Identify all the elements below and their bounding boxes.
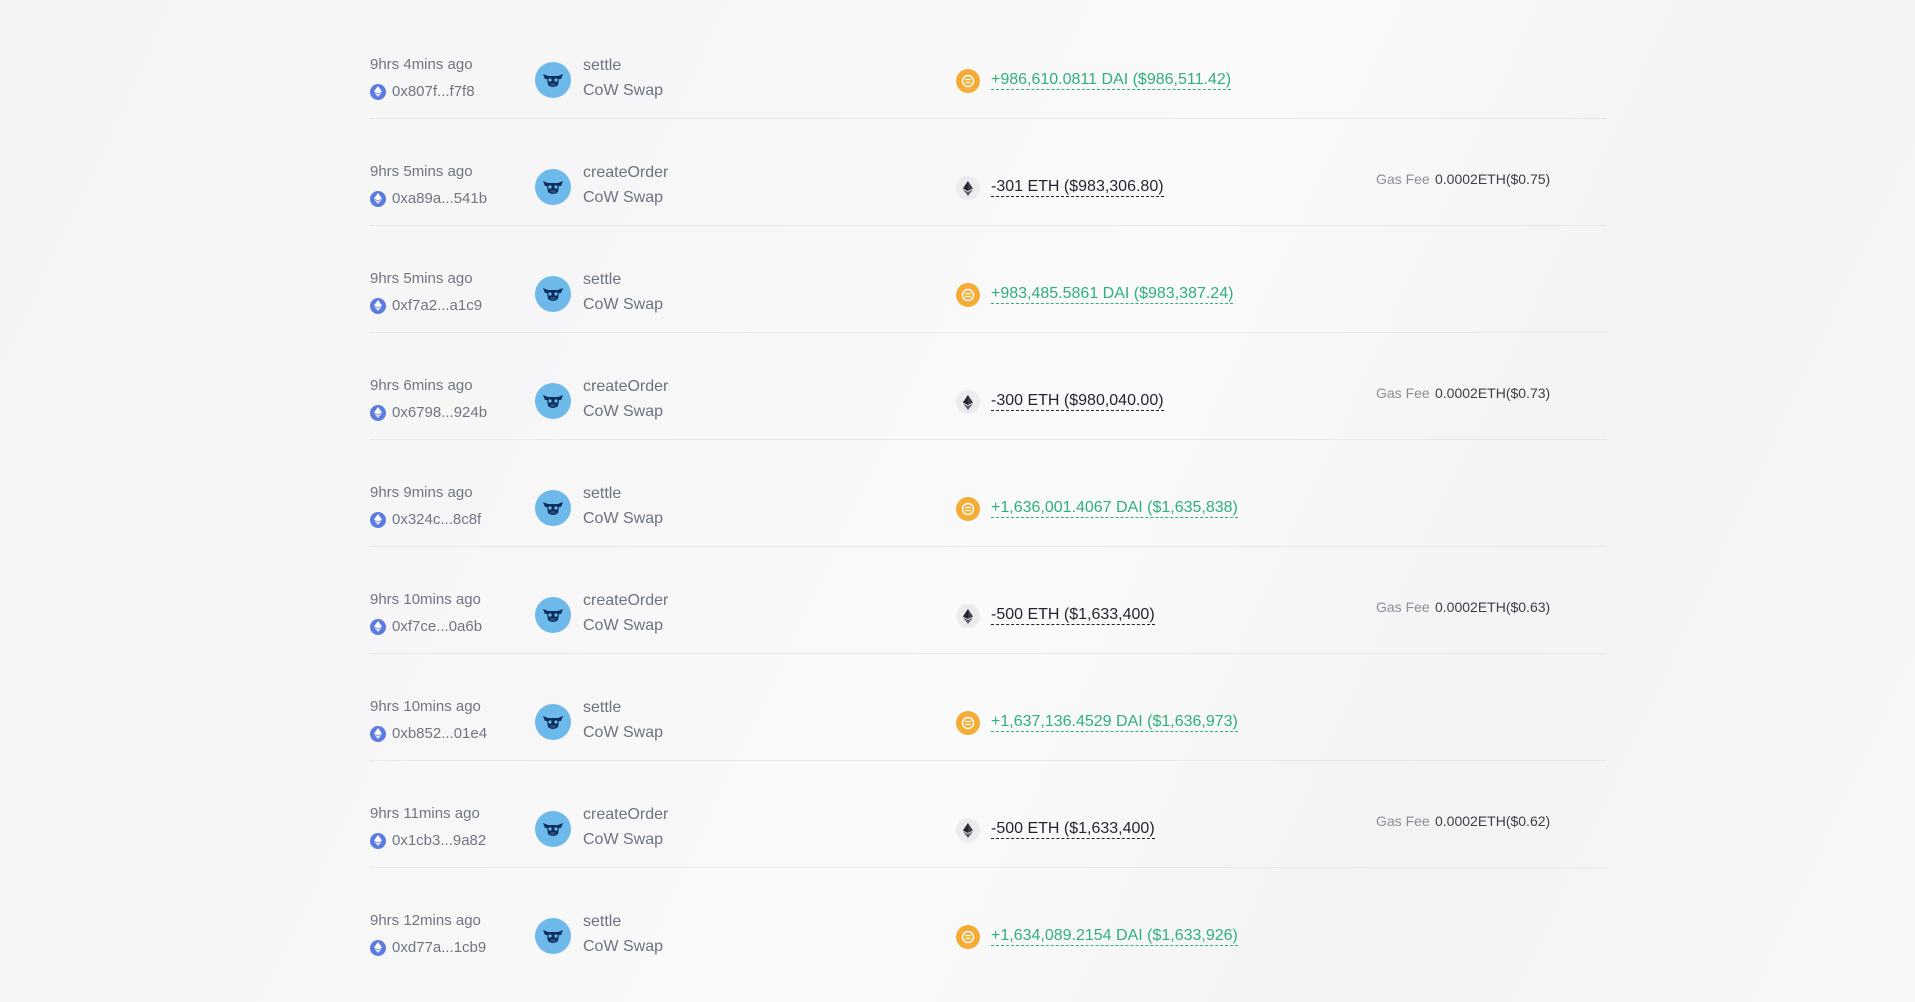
method-name: createOrder bbox=[583, 806, 669, 823]
transaction-row: 9hrs 11mins ago 0x1cb3...9a82 createOrde… bbox=[370, 761, 1606, 868]
timestamp: 9hrs 10mins ago bbox=[370, 591, 481, 608]
tx-hash[interactable]: 0xf7ce...0a6b bbox=[392, 618, 482, 635]
method-name: settle bbox=[583, 485, 622, 502]
cow-swap-icon bbox=[535, 62, 571, 98]
tx-hash[interactable]: 0xf7a2...a1c9 bbox=[392, 297, 482, 314]
dai-icon bbox=[956, 283, 980, 307]
tx-hash-link[interactable]: 0x6798...924b bbox=[370, 404, 487, 421]
gas-fee-value: 0.0002ETH($0.75) bbox=[1435, 171, 1551, 187]
cow-swap-icon bbox=[535, 704, 571, 740]
transaction-row: 9hrs 9mins ago 0x324c...8c8f settle CoW … bbox=[370, 440, 1606, 547]
tx-hash-link[interactable]: 0x807f...f7f8 bbox=[370, 83, 475, 100]
ethereum-chain-icon bbox=[370, 83, 386, 100]
eth-icon bbox=[956, 818, 980, 842]
method-name: settle bbox=[583, 271, 622, 288]
timestamp: 9hrs 9mins ago bbox=[370, 484, 473, 501]
gas-fee-label: Gas Fee bbox=[1376, 171, 1430, 187]
tx-hash[interactable]: 0xa89a...541b bbox=[392, 190, 487, 207]
cow-swap-icon bbox=[535, 811, 571, 847]
ethereum-chain-icon bbox=[370, 939, 386, 956]
tx-hash[interactable]: 0x324c...8c8f bbox=[392, 511, 481, 528]
protocol-name[interactable]: CoW Swap bbox=[583, 296, 663, 314]
token-amount[interactable]: +1,637,136.4529 DAI ($1,636,973) bbox=[991, 713, 1238, 732]
token-amount[interactable]: +1,634,089.2154 DAI ($1,633,926) bbox=[991, 927, 1238, 946]
cow-swap-icon bbox=[535, 918, 571, 954]
protocol-name[interactable]: CoW Swap bbox=[583, 617, 663, 635]
gas-fee-value: 0.0002ETH($0.73) bbox=[1435, 385, 1551, 401]
cow-swap-icon bbox=[535, 276, 571, 312]
ethereum-chain-icon bbox=[370, 832, 386, 849]
eth-icon bbox=[956, 604, 980, 628]
method-name: createOrder bbox=[583, 592, 669, 609]
dai-icon bbox=[956, 925, 980, 949]
timestamp: 9hrs 5mins ago bbox=[370, 270, 473, 287]
protocol-name[interactable]: CoW Swap bbox=[583, 938, 663, 956]
tx-hash[interactable]: 0x6798...924b bbox=[392, 404, 487, 421]
tx-hash-link[interactable]: 0x1cb3...9a82 bbox=[370, 832, 486, 849]
timestamp: 9hrs 6mins ago bbox=[370, 377, 473, 394]
timestamp: 9hrs 10mins ago bbox=[370, 698, 481, 715]
token-amount[interactable]: +983,485.5861 DAI ($983,387.24) bbox=[991, 285, 1234, 304]
tx-hash-link[interactable]: 0xa89a...541b bbox=[370, 190, 487, 207]
ethereum-chain-icon bbox=[370, 404, 386, 421]
tx-hash-link[interactable]: 0xd77a...1cb9 bbox=[370, 939, 486, 956]
dai-icon bbox=[956, 711, 980, 735]
transaction-row: 9hrs 10mins ago 0xb852...01e4 settle CoW… bbox=[370, 654, 1606, 761]
timestamp: 9hrs 11mins ago bbox=[370, 805, 480, 822]
token-amount[interactable]: -500 ETH ($1,633,400) bbox=[991, 820, 1155, 839]
timestamp: 9hrs 4mins ago bbox=[370, 56, 473, 73]
transaction-row: 9hrs 6mins ago 0x6798...924b createOrder… bbox=[370, 333, 1606, 440]
tx-hash[interactable]: 0x1cb3...9a82 bbox=[392, 832, 486, 849]
method-name: createOrder bbox=[583, 378, 669, 395]
transaction-row: 9hrs 5mins ago 0xa89a...541b createOrder… bbox=[370, 119, 1606, 226]
transaction-row: 9hrs 10mins ago 0xf7ce...0a6b createOrde… bbox=[370, 547, 1606, 654]
cow-swap-icon bbox=[535, 597, 571, 633]
tx-hash-link[interactable]: 0xf7ce...0a6b bbox=[370, 618, 482, 635]
ethereum-chain-icon bbox=[370, 511, 386, 528]
protocol-name[interactable]: CoW Swap bbox=[583, 510, 663, 528]
ethereum-chain-icon bbox=[370, 725, 386, 742]
gas-fee-label: Gas Fee bbox=[1376, 599, 1430, 615]
ethereum-chain-icon bbox=[370, 618, 386, 635]
token-amount[interactable]: +1,636,001.4067 DAI ($1,635,838) bbox=[991, 499, 1238, 518]
method-name: settle bbox=[583, 699, 622, 716]
timestamp: 9hrs 12mins ago bbox=[370, 912, 481, 929]
cow-swap-icon bbox=[535, 383, 571, 419]
transaction-row: 9hrs 12mins ago 0xd77a...1cb9 settle CoW… bbox=[370, 868, 1606, 974]
protocol-name[interactable]: CoW Swap bbox=[583, 189, 663, 207]
transaction-row: 9hrs 5mins ago 0xf7a2...a1c9 settle CoW … bbox=[370, 226, 1606, 333]
protocol-name[interactable]: CoW Swap bbox=[583, 831, 663, 849]
eth-icon bbox=[956, 176, 980, 200]
ethereum-chain-icon bbox=[370, 190, 386, 207]
dai-icon bbox=[956, 69, 980, 93]
tx-hash[interactable]: 0x807f...f7f8 bbox=[392, 83, 475, 100]
tx-hash-link[interactable]: 0xb852...01e4 bbox=[370, 725, 487, 742]
tx-hash-link[interactable]: 0xf7a2...a1c9 bbox=[370, 297, 482, 314]
cow-swap-icon bbox=[535, 169, 571, 205]
token-amount[interactable]: +986,610.0811 DAI ($986,511.42) bbox=[991, 71, 1232, 90]
tx-hash[interactable]: 0xb852...01e4 bbox=[392, 725, 487, 742]
method-name: createOrder bbox=[583, 164, 669, 181]
token-amount[interactable]: -300 ETH ($980,040.00) bbox=[991, 392, 1164, 411]
ethereum-chain-icon bbox=[370, 297, 386, 314]
timestamp: 9hrs 5mins ago bbox=[370, 163, 473, 180]
protocol-name[interactable]: CoW Swap bbox=[583, 403, 663, 421]
token-amount[interactable]: -500 ETH ($1,633,400) bbox=[991, 606, 1155, 625]
method-name: settle bbox=[583, 913, 622, 930]
protocol-name[interactable]: CoW Swap bbox=[583, 724, 663, 742]
transaction-row: 9hrs 4mins ago 0x807f...f7f8 settle CoW … bbox=[370, 12, 1606, 119]
method-name: settle bbox=[583, 57, 622, 74]
gas-fee-label: Gas Fee bbox=[1376, 813, 1430, 829]
transaction-list: 9hrs 4mins ago 0x807f...f7f8 settle CoW … bbox=[370, 12, 1606, 974]
token-amount[interactable]: -301 ETH ($983,306.80) bbox=[991, 178, 1164, 197]
gas-fee-label: Gas Fee bbox=[1376, 385, 1430, 401]
cow-swap-icon bbox=[535, 490, 571, 526]
dai-icon bbox=[956, 497, 980, 521]
eth-icon bbox=[956, 390, 980, 414]
tx-hash-link[interactable]: 0x324c...8c8f bbox=[370, 511, 481, 528]
gas-fee-value: 0.0002ETH($0.62) bbox=[1435, 813, 1551, 829]
protocol-name[interactable]: CoW Swap bbox=[583, 82, 663, 100]
gas-fee-value: 0.0002ETH($0.63) bbox=[1435, 599, 1551, 615]
tx-hash[interactable]: 0xd77a...1cb9 bbox=[392, 939, 486, 956]
